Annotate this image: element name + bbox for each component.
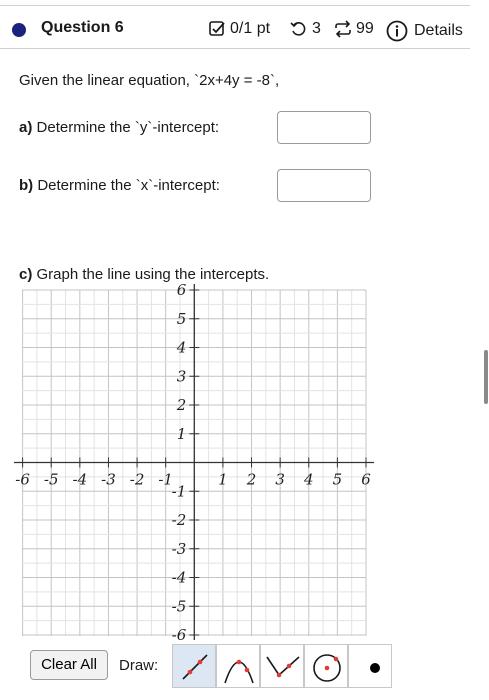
y-tick-label: 4 xyxy=(176,339,187,357)
circle-tool-button[interactable] xyxy=(304,644,348,688)
question-title: Question 6 xyxy=(41,19,124,36)
y-tick-label: 5 xyxy=(177,310,187,328)
part-c-text: Graph the line using the intercepts. xyxy=(36,266,270,283)
part-c-label: c) xyxy=(19,266,33,283)
graph-canvas[interactable]: -6 -5 -4 -3 -2 -1 1 2 3 4 5 6654321-1-2-3-4-5-6 xyxy=(0,282,489,640)
line-tool-icon xyxy=(182,654,208,680)
part-a-label: a) xyxy=(19,119,33,136)
part-a-text: Determine the `y`-intercept: xyxy=(36,119,220,136)
draw-label: Draw: xyxy=(119,657,159,674)
y-tick-label: -1 xyxy=(172,482,187,500)
x-tick-label: -6 xyxy=(15,471,30,489)
score-text: 0/1 pt xyxy=(230,20,271,37)
x-intercept-input[interactable] xyxy=(277,169,371,202)
y-tick-label: -3 xyxy=(172,540,187,558)
top-divider xyxy=(0,5,470,6)
scrollbar-thumb[interactable] xyxy=(484,350,488,404)
x-tick-label: 1 xyxy=(218,471,228,489)
y-tick-label: 3 xyxy=(177,367,187,385)
line-tool-button[interactable] xyxy=(172,644,216,688)
clear-all-button[interactable]: Clear All xyxy=(30,650,108,680)
details-label: Details xyxy=(414,22,463,39)
score-indicator: 0/1 pt xyxy=(208,20,270,38)
x-tick-label: 6 xyxy=(361,471,371,489)
x-tick-label: -5 xyxy=(44,471,59,489)
retries-text: 3 xyxy=(312,20,321,37)
attempts-text: 99 xyxy=(356,20,374,37)
question-prompt: Given the linear equation, `2x+4y = -8`, xyxy=(19,72,280,89)
y-tick-label: 2 xyxy=(176,396,187,414)
part-b-question: b) Determine the `x`-intercept: xyxy=(19,177,220,194)
x-tick-label: 2 xyxy=(246,471,257,489)
x-tick-label: 5 xyxy=(333,471,343,489)
repeat-icon xyxy=(333,20,353,38)
attempts-indicator: 99 xyxy=(333,20,374,38)
undo-icon xyxy=(290,20,308,38)
part-b-label: b) xyxy=(19,177,34,194)
part-c-question: c) Graph the line using the intercepts. xyxy=(19,266,269,283)
x-tick-label: 4 xyxy=(303,471,314,489)
graph-toolbar: Clear All Draw: xyxy=(0,640,489,692)
x-tick-label: -3 xyxy=(101,471,116,489)
y-tick-label: -6 xyxy=(172,626,187,640)
y-tick-label: 6 xyxy=(177,282,187,299)
graph-ticks: -6 -5 -4 -3 -2 -1 1 2 3 4 5 6654321-1-2-3-4-5-6 xyxy=(15,282,371,640)
x-tick-label: -4 xyxy=(73,471,88,489)
graph-axes xyxy=(14,284,374,640)
y-tick-label: -2 xyxy=(172,511,187,529)
checkbox-icon xyxy=(208,20,226,38)
parabola-tool-icon xyxy=(224,659,254,684)
question-status-dot xyxy=(12,23,26,37)
circle-tool-icon xyxy=(313,654,341,682)
y-tick-label: -4 xyxy=(172,569,187,587)
point-tool-button[interactable] xyxy=(348,644,392,688)
details-button[interactable]: Details xyxy=(386,20,463,42)
info-icon xyxy=(386,20,408,42)
absolute-value-tool-icon xyxy=(266,656,300,678)
header-divider xyxy=(0,48,470,49)
part-a-question: a) Determine the `y`-intercept: xyxy=(19,119,219,136)
parabola-tool-button[interactable] xyxy=(216,644,260,688)
y-tick-label: -5 xyxy=(172,597,187,615)
x-tick-label: -2 xyxy=(130,471,145,489)
x-tick-label: 3 xyxy=(275,471,285,489)
point-tool-icon xyxy=(370,663,380,673)
question-header: Question 6 0/1 pt 3 99 Details xyxy=(0,12,489,46)
y-intercept-input[interactable] xyxy=(277,111,371,144)
absolute-value-tool-button[interactable] xyxy=(260,644,304,688)
part-b-text: Determine the `x`-intercept: xyxy=(37,177,220,194)
y-tick-label: 1 xyxy=(177,425,187,443)
retries-indicator: 3 xyxy=(290,20,321,38)
